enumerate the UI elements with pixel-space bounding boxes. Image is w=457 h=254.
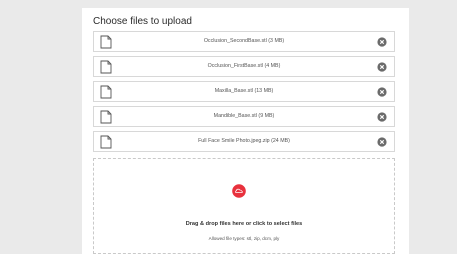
remove-file-icon[interactable] (377, 37, 387, 47)
file-icon (100, 35, 112, 49)
file-name: Full Face Smile Photo.jpeg.zip (24 MB) (198, 138, 290, 144)
file-name: Occlusion_FirstBase.stl (4 MB) (207, 63, 281, 69)
remove-file-icon[interactable] (377, 112, 387, 122)
file-name: Maxilla_Base.stl (13 MB) (214, 88, 274, 94)
upload-cloud-icon (232, 184, 246, 198)
file-dropzone[interactable]: Drag & drop files here or click to selec… (93, 158, 395, 254)
file-name: Mandible_Base.stl (9 MB) (213, 113, 275, 119)
allowed-file-types: Allowed file types: stl, zip, dcm, ply (208, 236, 280, 241)
file-row: Mandible_Base.stl (9 MB) (93, 106, 395, 127)
file-row: Occlusion_FirstBase.stl (4 MB) (93, 56, 395, 77)
file-row: Maxilla_Base.stl (13 MB) (93, 81, 395, 102)
file-icon (100, 110, 112, 124)
file-icon (100, 135, 112, 149)
upload-panel: Choose files to upload Occlusion_SecondB… (82, 8, 409, 254)
file-row: Occlusion_SecondBase.stl (3 MB) (93, 31, 395, 52)
file-row: Full Face Smile Photo.jpeg.zip (24 MB) (93, 131, 395, 152)
remove-file-icon[interactable] (377, 137, 387, 147)
file-icon (100, 85, 112, 99)
dropzone-instructions: Drag & drop files here or click to selec… (185, 221, 303, 227)
page-title: Choose files to upload (93, 16, 192, 27)
file-name: Occlusion_SecondBase.stl (3 MB) (203, 38, 285, 44)
remove-file-icon[interactable] (377, 62, 387, 72)
file-icon (100, 60, 112, 74)
remove-file-icon[interactable] (377, 87, 387, 97)
